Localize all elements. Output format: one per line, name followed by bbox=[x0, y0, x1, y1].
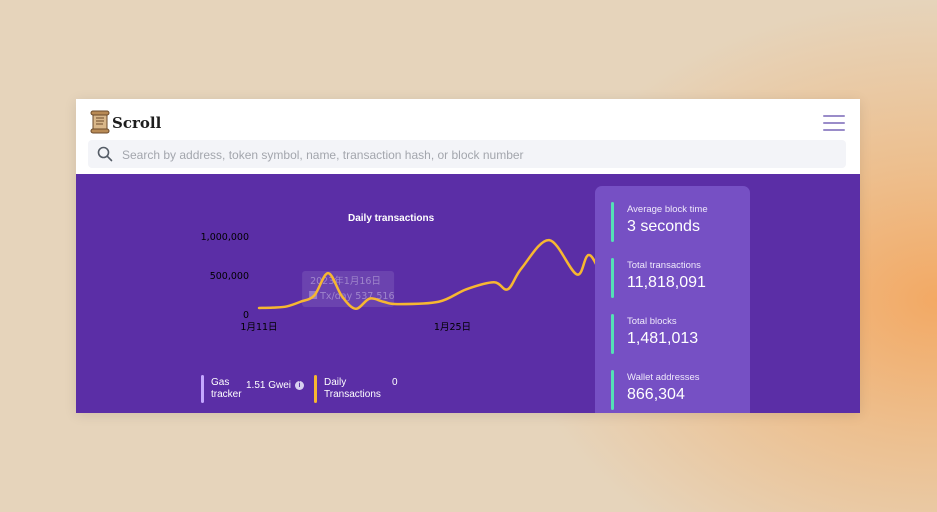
y-tick-label: 500,000 bbox=[210, 271, 249, 282]
stat-value: 1,481,013 bbox=[627, 330, 699, 347]
stats-card: Average block time 3 seconds Total trans… bbox=[595, 186, 750, 413]
browser-window: Scroll Daily transactions 1,000,000500,0… bbox=[76, 99, 860, 413]
gas-tracker-bar bbox=[201, 375, 204, 403]
stat-bar bbox=[611, 314, 614, 354]
search-bar bbox=[88, 140, 846, 170]
tooltip-value: Tx/day 537,516 bbox=[319, 291, 394, 302]
search-icon bbox=[97, 146, 113, 162]
stat-bar bbox=[611, 258, 614, 298]
stat-label: Average block time bbox=[627, 204, 708, 215]
stat-value: 866,304 bbox=[627, 386, 685, 403]
search-input[interactable] bbox=[120, 140, 839, 170]
gas-tracker-value: 1.51 Gwei bbox=[246, 380, 292, 391]
scroll-logo-icon[interactable] bbox=[89, 110, 111, 134]
info-icon[interactable]: i bbox=[295, 381, 304, 390]
top-bar: Scroll bbox=[76, 99, 860, 174]
daily-transactions-chart: 1,000,000500,00001月11日1月25日2月8日2023年1月16… bbox=[201, 232, 616, 333]
stat-label: Wallet addresses bbox=[627, 372, 700, 383]
y-tick-label: 0 bbox=[243, 310, 249, 321]
gas-tracker-label: Gas tracker bbox=[211, 377, 242, 400]
y-tick-label: 1,000,000 bbox=[201, 232, 249, 243]
hamburger-menu-icon[interactable] bbox=[823, 115, 845, 133]
stat-bar bbox=[611, 370, 614, 410]
stat-value: 3 seconds bbox=[627, 218, 700, 235]
x-tick-label: 1月11日 bbox=[240, 322, 277, 333]
logo-text[interactable]: Scroll bbox=[112, 114, 161, 132]
x-tick-label: 1月25日 bbox=[434, 322, 471, 333]
stat-value: 11,818,091 bbox=[627, 274, 706, 291]
daily-transactions-bar bbox=[314, 375, 317, 403]
stat-label: Total transactions bbox=[627, 260, 701, 271]
daily-transactions-value: 0 bbox=[392, 377, 398, 388]
stat-label: Total blocks bbox=[627, 316, 677, 327]
stat-bar bbox=[611, 202, 614, 242]
daily-transactions-label: Daily Transactions bbox=[324, 377, 381, 400]
